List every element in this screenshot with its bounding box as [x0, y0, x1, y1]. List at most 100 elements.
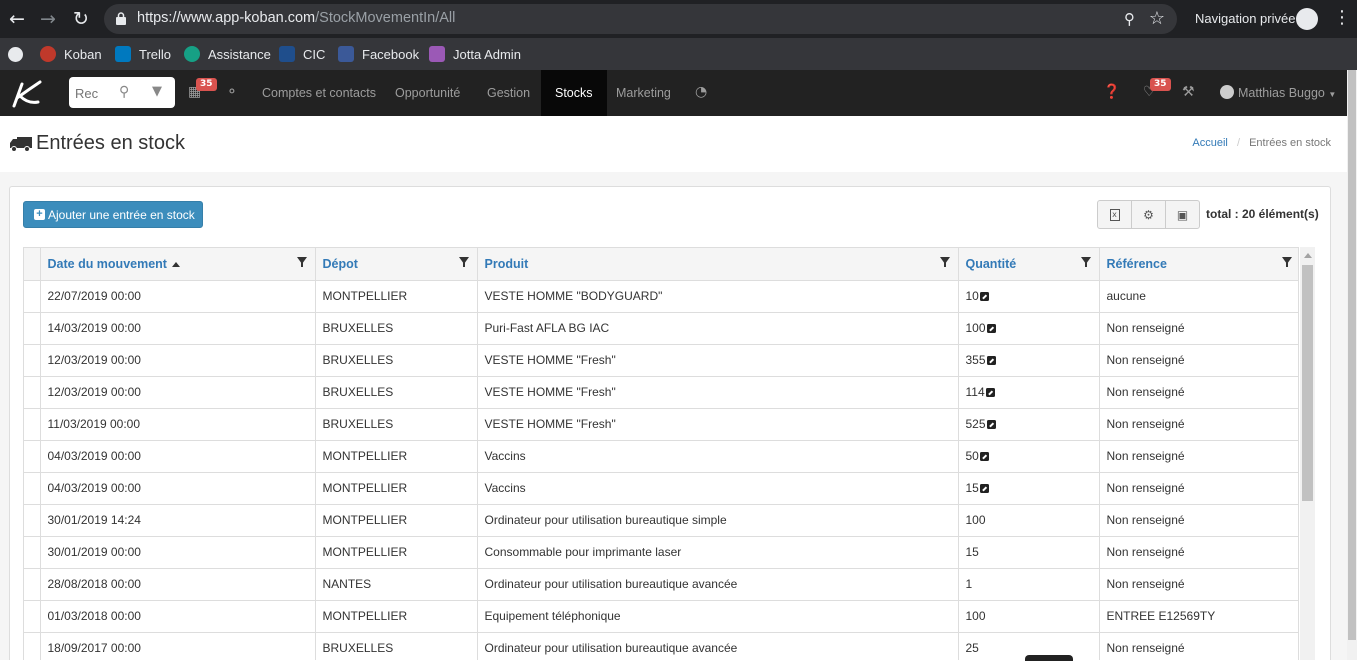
table-row[interactable]: 30/01/2019 14:24 MONTPELLIER Ordinateur po…: [24, 504, 1298, 537]
nav-marketing[interactable]: Marketing: [616, 70, 671, 116]
add-stock-entry-button[interactable]: + Ajouter une entrée en stock: [23, 201, 203, 228]
bookmark-jotta-admin[interactable]: Jotta Admin: [429, 44, 521, 64]
back-arrow-icon[interactable]: ←: [6, 8, 28, 30]
cell-quantite: 15: [958, 472, 1100, 505]
column-header-depot[interactable]: Dépot: [315, 248, 478, 281]
table-row[interactable]: 04/03/2019 00:00 MONTPELLIER Vaccins 15 Non …: [24, 472, 1298, 505]
bookmark-koban[interactable]: Koban: [40, 44, 102, 64]
cell-reference: Non renseigné: [1099, 536, 1298, 569]
cell-quantite: 355: [958, 344, 1100, 377]
lightbulb-icon[interactable]: ⚬: [226, 84, 238, 100]
wrench-icon[interactable]: ⚒: [1182, 84, 1195, 100]
koban-logo[interactable]: [8, 76, 44, 110]
external-link-icon[interactable]: [986, 324, 996, 333]
dashboard-icon[interactable]: ◔: [695, 84, 707, 100]
cube-icon: ▣: [1176, 207, 1189, 222]
nav-stocks[interactable]: Stocks: [541, 70, 607, 116]
table-row[interactable]: 22/07/2019 00:00 MONTPELLIER VESTE HOMME "…: [24, 280, 1298, 313]
cell-reference: aucune: [1099, 280, 1298, 313]
cell-quantite: 50: [958, 440, 1100, 473]
table-row[interactable]: 12/03/2019 00:00 BRUXELLES VESTE HOMME "Fr…: [24, 376, 1298, 409]
incognito-label: Navigation privée: [1195, 11, 1296, 26]
search-icon[interactable]: ⚲: [119, 84, 129, 100]
browser-menu-icon[interactable]: ⋮: [1333, 8, 1351, 28]
breadcrumb: Accueil / Entrées en stock: [1192, 137, 1331, 149]
column-header-reference[interactable]: Référence: [1099, 248, 1298, 281]
external-link-icon[interactable]: [979, 292, 989, 301]
nav-opportunite[interactable]: Opportunité: [395, 70, 460, 116]
cell-date: 22/07/2019 00:00: [40, 280, 316, 313]
table-row[interactable]: 12/03/2019 00:00 BRUXELLES VESTE HOMME "Fr…: [24, 344, 1298, 377]
cell-reference: Non renseigné: [1099, 344, 1298, 377]
external-link-icon[interactable]: [979, 452, 989, 461]
table-row[interactable]: 18/09/2017 00:00 BRUXELLES Ordinateur pour…: [24, 632, 1298, 660]
filter-funnel-icon[interactable]: [1080, 257, 1091, 267]
reload-icon[interactable]: ↻: [70, 8, 92, 30]
breadcrumb-home[interactable]: Accueil: [1192, 137, 1227, 149]
cell-date: 28/08/2018 00:00: [40, 568, 316, 601]
cube-button[interactable]: ▣: [1165, 200, 1200, 229]
zoom-icon[interactable]: ⚲: [1124, 10, 1135, 28]
cell-date: 18/09/2017 00:00: [40, 632, 316, 660]
forward-arrow-icon[interactable]: →: [37, 8, 59, 30]
cell-reference: Non renseigné: [1099, 568, 1298, 601]
grid-scrollbar-thumb[interactable]: [1302, 265, 1313, 501]
export-excel-button[interactable]: x: [1097, 200, 1132, 229]
user-menu[interactable]: Matthias Buggo ▼: [1220, 70, 1336, 116]
nav-comptes-contacts[interactable]: Comptes et contacts: [262, 70, 376, 116]
plus-square-icon: +: [34, 209, 45, 220]
table-row[interactable]: 14/03/2019 00:00 BRUXELLES Puri-Fast AFLA …: [24, 312, 1298, 345]
external-link-icon[interactable]: [979, 484, 989, 493]
nav-gestion[interactable]: Gestion: [487, 70, 530, 116]
row-selector: [24, 504, 41, 537]
filter-funnel-icon[interactable]: [458, 257, 469, 267]
external-link-icon[interactable]: [986, 356, 996, 365]
cell-depot: MONTPELLIER: [315, 440, 478, 473]
bookmark-trello[interactable]: Trello: [115, 44, 171, 64]
page-scrollbar[interactable]: [1347, 70, 1357, 660]
bookmark-assistance[interactable]: Assistance: [184, 44, 271, 64]
incognito-icon[interactable]: [1296, 8, 1318, 30]
cell-produit: Ordinateur pour utilisation bureautique …: [477, 568, 959, 601]
cell-reference: Non renseigné: [1099, 504, 1298, 537]
cell-reference: Non renseigné: [1099, 408, 1298, 441]
filter-icon[interactable]: ▼: [152, 84, 162, 99]
external-link-icon[interactable]: [985, 388, 995, 397]
column-header-quantite[interactable]: Quantité: [958, 248, 1100, 281]
filter-funnel-icon[interactable]: [939, 257, 950, 267]
table-row[interactable]: 28/08/2018 00:00 NANTES Ordinateur pour ut…: [24, 568, 1298, 601]
external-link-icon[interactable]: [986, 420, 996, 429]
bookmark-cic[interactable]: CIC: [279, 44, 325, 64]
url-text: https://www.app-koban.com/StockMovementI…: [137, 10, 456, 26]
caret-down-icon: ▼: [1328, 90, 1337, 99]
table-row[interactable]: 11/03/2019 00:00 BRUXELLES VESTE HOMME "Fr…: [24, 408, 1298, 441]
cell-depot: MONTPELLIER: [315, 600, 478, 633]
cell-produit: Ordinateur pour utilisation bureautique …: [477, 632, 959, 660]
cell-quantite: 10: [958, 280, 1100, 313]
scroll-up-arrow-icon[interactable]: [1304, 253, 1312, 258]
cell-date: 30/01/2019 14:24: [40, 504, 316, 537]
filter-funnel-icon[interactable]: [296, 257, 307, 267]
avatar: [1220, 85, 1234, 99]
table-row[interactable]: 04/03/2019 00:00 MONTPELLIER Vaccins 50 Non …: [24, 440, 1298, 473]
address-bar[interactable]: https://www.app-koban.com/StockMovementI…: [104, 4, 1177, 34]
table-toolbar: x ⚙ ▣: [1097, 200, 1200, 229]
stock-entries-table: Date du mouvement Dépot Produit Quantité…: [24, 248, 1298, 660]
cell-depot: BRUXELLES: [315, 632, 478, 660]
table-row[interactable]: 30/01/2019 00:00 MONTPELLIER Consommable p…: [24, 536, 1298, 569]
search-input[interactable]: [75, 83, 101, 103]
cic-favicon-icon: [279, 46, 295, 62]
bookmark-star-icon[interactable]: ☆: [1149, 8, 1165, 29]
filter-funnel-icon[interactable]: [1281, 257, 1292, 267]
help-icon[interactable]: ❓: [1103, 84, 1120, 100]
column-header-produit[interactable]: Produit: [477, 248, 959, 281]
column-header-date[interactable]: Date du mouvement: [40, 248, 316, 281]
bookmark-apps[interactable]: [8, 44, 23, 64]
settings-button[interactable]: ⚙: [1131, 200, 1166, 229]
bookmark-facebook[interactable]: Facebook: [338, 44, 419, 64]
page-scrollbar-thumb[interactable]: [1348, 70, 1356, 640]
table-row[interactable]: 01/03/2018 00:00 MONTPELLIER Equipement té…: [24, 600, 1298, 633]
jotta-favicon-icon: [429, 46, 445, 62]
notification-badge: 35: [1150, 78, 1171, 91]
grid-scrollbar[interactable]: [1300, 247, 1315, 660]
